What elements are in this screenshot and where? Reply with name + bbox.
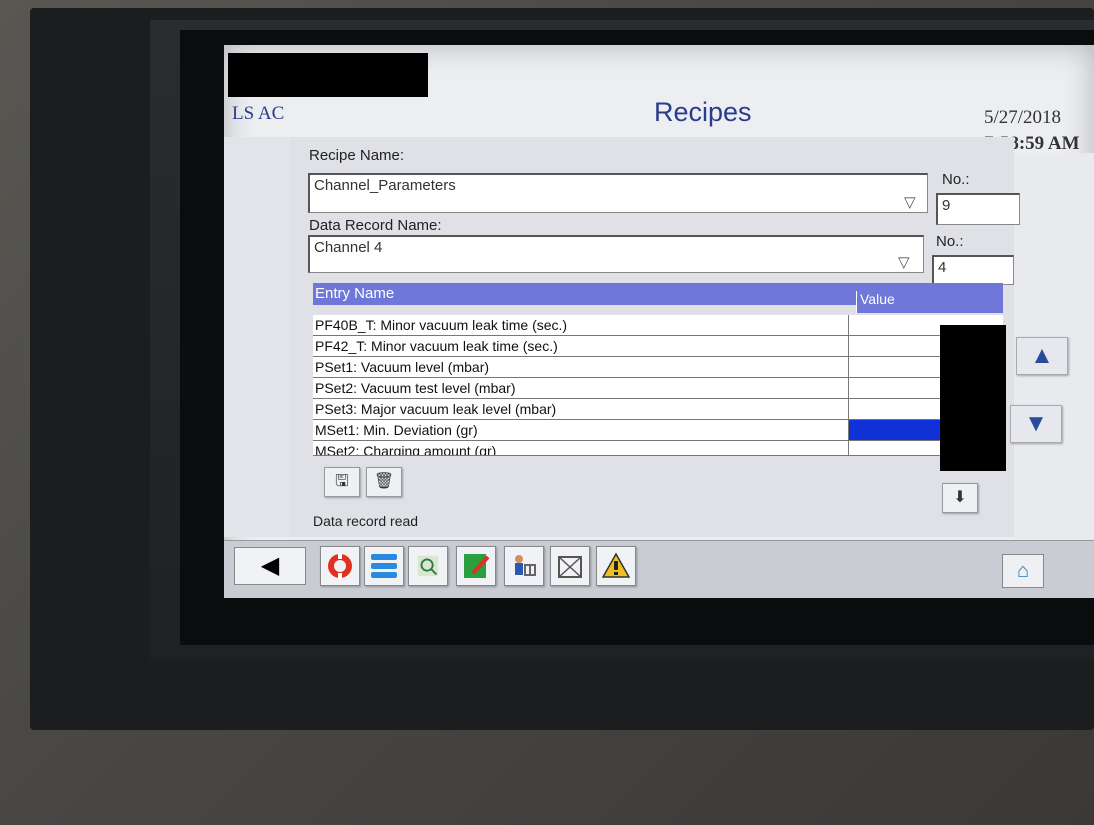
warning-icon	[601, 552, 631, 578]
worker-icon	[515, 555, 536, 576]
recipe-entries-table: Entry Name Value PF40B_T: Minor vacuum l…	[313, 283, 1003, 456]
nav-button-machine[interactable]	[550, 546, 590, 586]
delete-button[interactable]: 🗑	[366, 467, 402, 497]
back-arrow-icon: ◀	[260, 552, 280, 579]
home-icon: ⌂	[1016, 560, 1030, 582]
record-number-label: No.:	[936, 233, 964, 250]
recipe-name-dropdown[interactable]: Channel_Parameters	[308, 173, 928, 213]
bottom-navigation-bar: ◀ ⌂	[224, 540, 1094, 598]
data-record-dropdown[interactable]: Channel 4	[308, 235, 924, 273]
nav-button-alarm[interactable]	[320, 546, 360, 586]
recipe-name-value: Channel_Parameters	[314, 177, 456, 194]
table-header: Entry Name Value	[313, 283, 1003, 313]
entry-name-cell: PF42_T: Minor vacuum leak time (sec.)	[315, 338, 558, 354]
recipe-number-field[interactable]: 9	[936, 193, 1020, 225]
edit-book-icon	[464, 554, 490, 578]
list-icon	[371, 554, 397, 578]
nav-button-maintenance[interactable]	[504, 546, 544, 586]
magnifier-icon	[417, 555, 439, 577]
entry-name-cell: PSet1: Vacuum level (mbar)	[315, 359, 490, 375]
brand-label: LS AC	[232, 103, 285, 124]
entry-name-cell: PSet2: Vacuum test level (mbar)	[315, 380, 516, 396]
nav-button-list[interactable]	[364, 546, 404, 586]
entry-name-cell: PF40B_T: Minor vacuum leak time (sec.)	[315, 317, 568, 333]
table-row[interactable]: PSet1: Vacuum level (mbar)	[313, 357, 1003, 378]
date-display: 5/27/2018	[984, 107, 1062, 128]
recipe-name-label: Recipe Name:	[309, 147, 405, 164]
nav-button-inspect[interactable]	[408, 546, 448, 586]
left-margin	[224, 137, 290, 537]
back-button[interactable]: ◀	[234, 547, 306, 585]
data-record-name-label: Data Record Name:	[309, 217, 442, 234]
table-row[interactable]: PF42_T: Minor vacuum leak time (sec.)	[313, 336, 1003, 357]
entry-name-cell: PSet3: Major vacuum leak level (mbar)	[315, 401, 557, 417]
redacted-area-values	[940, 325, 1006, 471]
table-row[interactable]: PF40B_T: Minor vacuum leak time (sec.)	[313, 315, 1003, 336]
table-row-selected[interactable]: MSet1: Min. Deviation (gr)	[313, 420, 1003, 441]
hmi-screen: LS AC Recipes 5/27/2018 7:58:59 AM 321 R…	[224, 45, 1094, 598]
redacted-area-top	[228, 53, 428, 97]
column-header-entry-name: Entry Name	[315, 285, 395, 302]
import-button[interactable]: ⬇	[942, 483, 978, 513]
entry-name-cell: MSet2: Charging amount (gr)	[315, 443, 497, 456]
record-number-field[interactable]: 4	[932, 255, 1014, 285]
chevron-down-icon[interactable]: ▽	[898, 253, 910, 271]
recipe-number-value: 9	[942, 197, 951, 214]
home-button[interactable]: ⌂	[1002, 554, 1044, 588]
scroll-down-button[interactable]: ▼	[1010, 405, 1062, 443]
chevron-down-icon[interactable]: ▽	[904, 193, 916, 211]
import-icon: ⬇	[953, 489, 967, 506]
triangle-up-icon: ▲	[1030, 342, 1054, 369]
table-row[interactable]: MSet2: Charging amount (gr)	[313, 441, 1003, 456]
status-text: Data record read	[313, 513, 419, 529]
data-record-value: Channel 4	[314, 239, 383, 256]
column-header-value: Value	[856, 291, 1003, 313]
save-button[interactable]: 🖫	[324, 467, 360, 497]
page-title: Recipes	[654, 97, 752, 127]
lifebuoy-icon	[328, 553, 352, 579]
machine-icon	[558, 556, 582, 578]
nav-button-warning[interactable]	[596, 546, 636, 586]
nav-button-recipes[interactable]	[456, 546, 496, 586]
table-row[interactable]: PSet2: Vacuum test level (mbar)	[313, 378, 1003, 399]
triangle-down-icon: ▼	[1024, 410, 1048, 437]
scroll-up-button[interactable]: ▲	[1016, 337, 1068, 375]
table-row[interactable]: PSet3: Major vacuum leak level (mbar)	[313, 399, 1003, 420]
floppy-disk-icon: 🖫	[335, 473, 349, 490]
trash-icon: 🗑	[373, 473, 395, 490]
entry-name-cell: MSet1: Min. Deviation (gr)	[315, 422, 478, 438]
recipe-number-label: No.:	[942, 171, 970, 188]
record-number-value: 4	[938, 259, 947, 276]
